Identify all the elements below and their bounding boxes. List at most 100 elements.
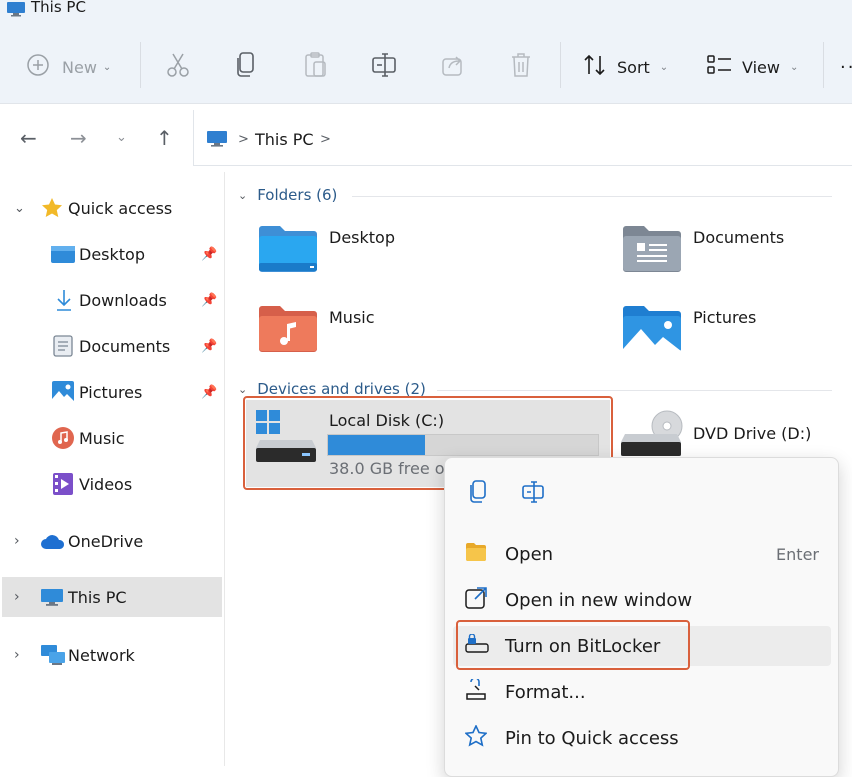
sidebar-item-videos[interactable]: Videos [0, 464, 222, 504]
cloud-icon [40, 534, 66, 554]
toolbar-divider [140, 42, 141, 88]
rename-icon [372, 52, 398, 82]
sidebar-item-quick-access[interactable]: ⌄ Quick access [0, 188, 222, 228]
share-icon [441, 53, 465, 81]
view-button[interactable]: View ⌄ [707, 52, 798, 82]
arrow-left-icon: ← [20, 126, 37, 150]
paste-button[interactable] [304, 52, 328, 82]
folders-section-label: Folders (6) [257, 186, 338, 204]
chevron-down-icon: ⌄ [116, 130, 127, 145]
menu-item-label: Open [505, 543, 554, 565]
bitlocker-highlight [456, 620, 690, 670]
sort-icon [583, 54, 607, 80]
back-button[interactable]: ← [20, 126, 37, 150]
title-bar: This PC [0, 0, 852, 22]
sidebar-item-label: Desktop [79, 244, 145, 264]
window-title: This PC [31, 0, 86, 16]
drive-name: DVD Drive (D:) [693, 424, 812, 443]
menu-item-pin-quick-access[interactable]: Pin to Quick access [453, 718, 831, 758]
format-icon [465, 676, 487, 706]
pictures-icon [52, 381, 74, 407]
pin-icon: 📌 [201, 384, 218, 400]
cut-button[interactable] [166, 52, 190, 82]
breadcrumb-this-pc[interactable]: This PC [255, 130, 314, 149]
chevron-down-icon: ⌄ [789, 61, 799, 73]
sidebar-item-network[interactable]: › Network [0, 635, 222, 675]
documents-icon [53, 335, 73, 361]
navigation-pane: ⌄ Quick access Desktop 📌 Downloads 📌 Doc… [0, 172, 225, 766]
delete-icon [510, 52, 532, 82]
rename-button[interactable] [372, 52, 398, 82]
folder-name: Pictures [693, 308, 757, 327]
chevron-down-icon[interactable]: ⌄ [14, 201, 25, 216]
this-pc-icon [6, 1, 26, 21]
this-pc-icon [206, 130, 228, 152]
network-icon [40, 644, 66, 670]
sidebar-item-music[interactable]: Music [0, 418, 222, 458]
address-bar[interactable]: > This PC > [193, 110, 852, 166]
star-icon [41, 197, 63, 222]
sidebar-item-pictures[interactable]: Pictures 📌 [0, 372, 222, 412]
folder-item-desktop[interactable]: Desktop [257, 225, 577, 285]
download-icon [55, 289, 73, 315]
sidebar-item-documents[interactable]: Documents 📌 [0, 326, 222, 366]
recent-locations-button[interactable]: ⌄ [116, 130, 127, 145]
chevron-right-icon[interactable]: › [14, 533, 20, 549]
menu-item-open[interactable]: Open Enter [453, 534, 831, 574]
rename-icon[interactable] [522, 480, 546, 508]
menu-item-format[interactable]: Format... [453, 672, 831, 712]
drive-item-d[interactable]: DVD Drive (D:) [621, 410, 841, 460]
forward-button[interactable]: → [70, 126, 87, 150]
copy-icon [235, 52, 257, 82]
delete-button[interactable] [510, 52, 532, 82]
folder-item-music[interactable]: Music [257, 305, 577, 365]
sidebar-item-label: Pictures [79, 382, 143, 402]
sort-label: Sort [617, 57, 650, 77]
music-icon [52, 427, 74, 453]
up-button[interactable]: ↑ [156, 126, 173, 150]
section-divider [437, 390, 832, 391]
sidebar-item-label: Videos [79, 474, 133, 494]
share-button[interactable] [441, 52, 465, 82]
arrow-right-icon: → [70, 126, 87, 150]
star-icon [464, 723, 488, 752]
new-button[interactable]: New ⌄ [26, 52, 111, 82]
folder-name: Desktop [329, 228, 395, 247]
chevron-down-icon: ⌄ [238, 382, 248, 396]
breadcrumb-separator[interactable]: > [320, 132, 331, 147]
menu-item-label: Format... [505, 681, 586, 703]
pin-icon: 📌 [201, 246, 218, 262]
copy-button[interactable] [235, 52, 257, 82]
videos-icon [53, 473, 73, 499]
section-divider [352, 196, 832, 197]
sidebar-item-label: Documents [79, 336, 171, 356]
folders-section-header[interactable]: ⌄ Folders (6) [238, 186, 337, 204]
more-button[interactable]: ·· [840, 52, 852, 82]
folder-name: Music [329, 308, 375, 327]
new-label: New [62, 57, 97, 77]
chevron-down-icon: ⌄ [659, 61, 669, 73]
sidebar-item-label: This PC [68, 587, 127, 607]
menu-item-shortcut: Enter [776, 544, 819, 564]
documents-folder-icon [621, 225, 683, 277]
sidebar-item-downloads[interactable]: Downloads 📌 [0, 280, 222, 320]
folder-name: Documents [693, 228, 785, 247]
chevron-right-icon[interactable]: › [14, 589, 20, 605]
sidebar-item-this-pc[interactable]: › This PC [2, 577, 222, 617]
folder-open-icon [465, 542, 487, 567]
copy-icon[interactable] [468, 480, 488, 508]
toolbar-divider [823, 42, 824, 88]
desktop-icon [51, 246, 75, 267]
sidebar-item-onedrive[interactable]: › OneDrive [0, 521, 222, 561]
menu-item-open-new-window[interactable]: Open in new window [453, 580, 831, 620]
paste-icon [304, 52, 328, 82]
command-bar: New ⌄ Sort ⌄ View ⌄ · [0, 22, 852, 104]
cut-icon [166, 52, 190, 82]
folder-item-pictures[interactable]: Pictures [621, 305, 841, 365]
sidebar-item-label: Music [79, 428, 125, 448]
chevron-right-icon[interactable]: › [14, 647, 20, 663]
sort-button[interactable]: Sort ⌄ [583, 52, 668, 82]
sidebar-item-desktop[interactable]: Desktop 📌 [0, 234, 222, 274]
folder-item-documents[interactable]: Documents [621, 225, 841, 285]
menu-item-label: Open in new window [505, 589, 693, 611]
